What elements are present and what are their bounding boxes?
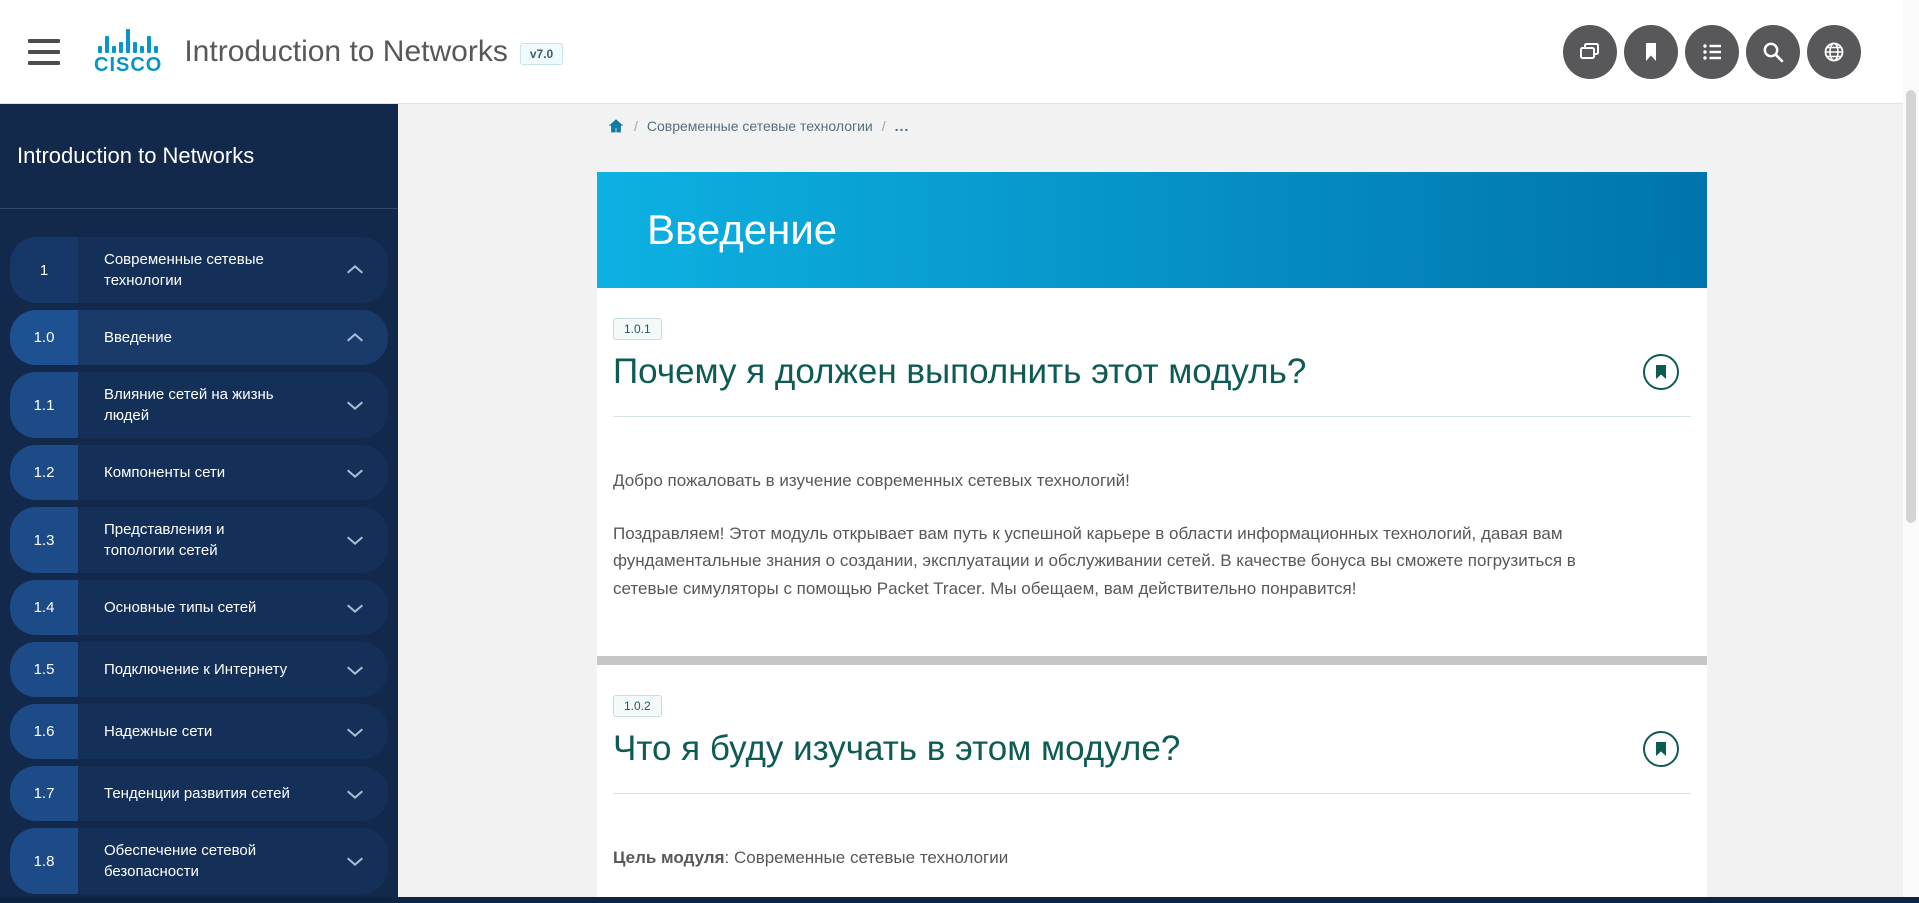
chevron-down-icon — [344, 394, 366, 416]
item-label: Подключение к Интернету — [78, 642, 290, 697]
bottom-bar — [0, 897, 1919, 903]
item-label: Представления и топологии сетей — [78, 507, 290, 573]
section-1-0-1: 1.0.1 Почему я должен выполнить этот мод… — [597, 288, 1707, 656]
heading-divider — [613, 793, 1691, 794]
section-number-badge: 1.0.2 — [613, 695, 662, 717]
chevron-up-icon — [344, 327, 366, 349]
cisco-logo: CISCO — [94, 27, 162, 77]
item-number: 1.7 — [10, 766, 78, 821]
hamburger-icon — [28, 39, 60, 43]
scrollbar-thumb[interactable] — [1906, 90, 1916, 523]
course-header-title: Introduction to Networks — [184, 35, 507, 69]
section-heading: Почему я должен выполнить этот модуль? — [613, 352, 1306, 392]
home-icon[interactable] — [607, 117, 625, 135]
sidebar-item-1-1[interactable]: 1.1 Влияние сетей на жизнь людей — [10, 372, 388, 438]
goal-text: : Современные сетевые технологии — [725, 848, 1009, 867]
list-icon — [1697, 37, 1727, 67]
item-label: Введение — [78, 310, 290, 365]
slides-icon — [1575, 37, 1605, 67]
bookmark-icon — [1636, 37, 1666, 67]
item-number: 1 — [10, 237, 78, 303]
item-number: 1.0 — [10, 310, 78, 365]
header-actions — [1563, 25, 1861, 79]
section-1-0-2: 1.0.2 Что я буду изучать в этом модуле? … — [597, 665, 1707, 872]
item-label: Влияние сетей на жизнь людей — [78, 372, 290, 438]
item-label: Современные сетевые технологии — [78, 237, 290, 303]
heading-divider — [613, 416, 1691, 417]
chevron-down-icon — [344, 783, 366, 805]
item-number: 1.6 — [10, 704, 78, 759]
lesson-banner: Введение — [597, 172, 1707, 288]
item-number: 1.2 — [10, 445, 78, 500]
search-button[interactable] — [1746, 25, 1800, 79]
search-icon — [1758, 37, 1788, 67]
item-number: 1.8 — [10, 828, 78, 894]
item-label: Обеспечение сетевой безопасности — [78, 828, 290, 894]
bookmarks-button[interactable] — [1624, 25, 1678, 79]
item-number: 1.3 — [10, 507, 78, 573]
sidebar-item-1-4[interactable]: 1.4 Основные типы сетей — [10, 580, 388, 635]
app-header: CISCO Introduction to Networks v7.0 — [0, 0, 1919, 104]
breadcrumb-ellipsis[interactable]: ... — [895, 118, 910, 134]
bookmark-icon — [1654, 364, 1668, 380]
item-label: Надежные сети — [78, 704, 290, 759]
chevron-up-icon — [344, 259, 366, 281]
language-button[interactable] — [1807, 25, 1861, 79]
sidebar-item-1-0[interactable]: 1.0 Введение — [10, 310, 388, 365]
section-number-badge: 1.0.1 — [613, 318, 662, 340]
sidebar-item-1-2[interactable]: 1.2 Компоненты сети — [10, 445, 388, 500]
sidebar-item-1-6[interactable]: 1.6 Надежные сети — [10, 704, 388, 759]
breadcrumb: / Современные сетевые технологии / ... — [607, 106, 909, 146]
table-of-contents-button[interactable] — [1685, 25, 1739, 79]
item-label: Тенденции развития сетей — [78, 766, 290, 821]
breadcrumb-separator: / — [634, 118, 638, 134]
sidebar-course-title: Introduction to Networks — [0, 104, 398, 209]
lesson-banner-title: Введение — [647, 206, 837, 254]
item-label: Компоненты сети — [78, 445, 290, 500]
slides-button[interactable] — [1563, 25, 1617, 79]
sidebar-item-1-8[interactable]: 1.8 Обеспечение сетевой безопасности — [10, 828, 388, 894]
paragraph: Добро пожаловать в изучение современных … — [613, 467, 1613, 495]
goal-label: Цель модуля — [613, 848, 725, 867]
chevron-down-icon — [344, 597, 366, 619]
item-number: 1.5 — [10, 642, 78, 697]
chevron-down-icon — [344, 850, 366, 872]
scrollbar-track[interactable] — [1903, 0, 1919, 903]
cisco-wordmark: CISCO — [94, 54, 162, 77]
sidebar-item-1-5[interactable]: 1.5 Подключение к Интернету — [10, 642, 388, 697]
sidebar-item-1-7[interactable]: 1.7 Тенденции развития сетей — [10, 766, 388, 821]
lesson-card: Введение 1.0.1 Почему я должен выполнить… — [597, 172, 1707, 903]
course-sidebar: Introduction to Networks 1 Современные с… — [0, 104, 398, 903]
globe-icon — [1819, 37, 1849, 67]
paragraph: Поздравляем! Этот модуль открывает вам п… — [613, 520, 1613, 603]
chevron-down-icon — [344, 529, 366, 551]
chevron-down-icon — [344, 721, 366, 743]
section-heading: Что я буду изучать в этом модуле? — [613, 729, 1180, 769]
section-bookmark-button[interactable] — [1643, 731, 1679, 767]
item-label: Основные типы сетей — [78, 580, 290, 635]
item-number: 1.1 — [10, 372, 78, 438]
chevron-down-icon — [344, 659, 366, 681]
chevron-down-icon — [344, 462, 366, 484]
section-bookmark-button[interactable] — [1643, 354, 1679, 390]
content-area: / Современные сетевые технологии / ... В… — [398, 104, 1919, 903]
sidebar-item-1[interactable]: 1 Современные сетевые технологии — [10, 237, 388, 303]
sidebar-item-1-3[interactable]: 1.3 Представления и топологии сетей — [10, 507, 388, 573]
version-badge: v7.0 — [520, 43, 563, 65]
bookmark-icon — [1654, 741, 1668, 757]
module-nav: 1 Современные сетевые технологии 1.0 Вве… — [0, 209, 398, 903]
module-goal: Цель модуля: Современные сетевые техноло… — [613, 844, 1613, 872]
breadcrumb-module-link[interactable]: Современные сетевые технологии — [647, 118, 873, 134]
menu-toggle-button[interactable] — [28, 39, 62, 65]
section-separator-band — [597, 656, 1707, 665]
breadcrumb-separator: / — [882, 118, 886, 134]
cisco-bars-icon — [98, 27, 158, 53]
item-number: 1.4 — [10, 580, 78, 635]
